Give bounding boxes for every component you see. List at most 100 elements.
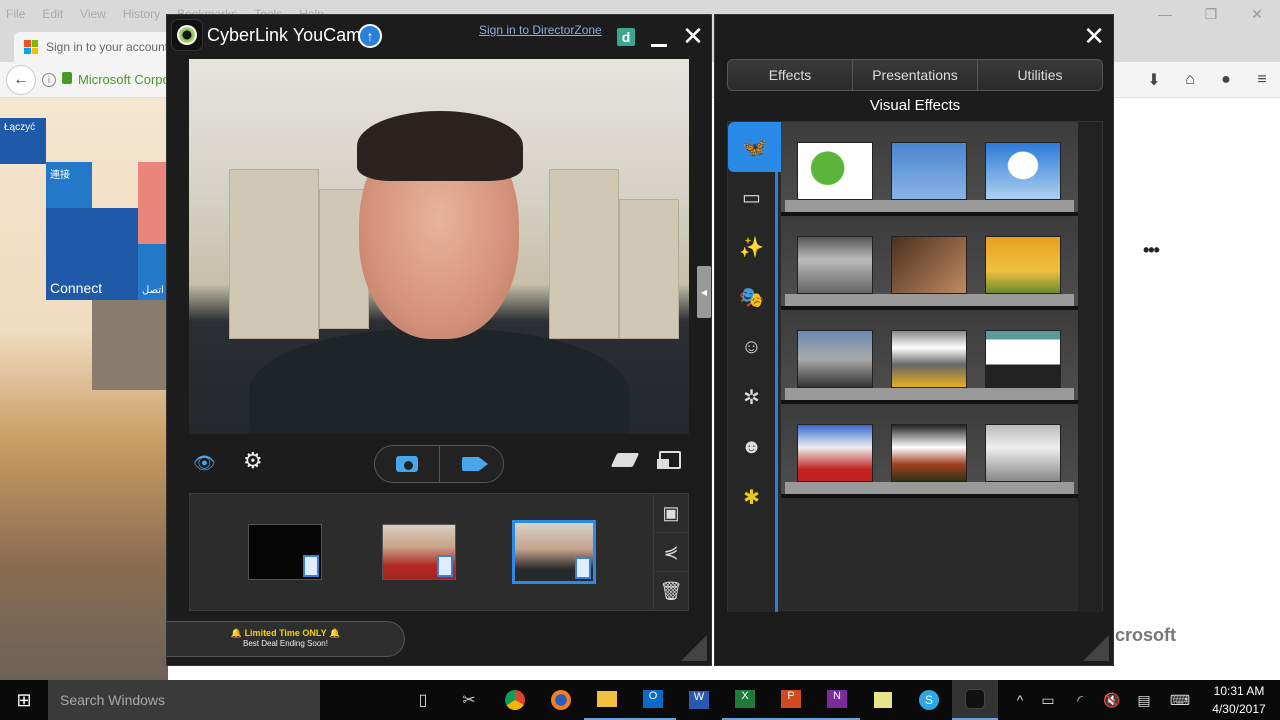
emoticon-avatar-icon[interactable]: ☺ [728, 322, 775, 372]
download-icon[interactable]: ⬇ [1136, 70, 1172, 90]
effect-times-square-taxis[interactable] [891, 330, 967, 388]
effect-download-more[interactable] [797, 142, 873, 200]
effect-piccadilly-circus[interactable] [797, 424, 873, 482]
share-icon[interactable]: ⋞ [654, 533, 688, 572]
word-icon[interactable]: W [676, 680, 722, 720]
snipping-tool-icon[interactable]: ✂ [446, 680, 492, 720]
record-video-button[interactable] [440, 446, 504, 482]
menu-edit[interactable]: Edit [42, 7, 63, 21]
chrome-icon[interactable] [492, 680, 538, 720]
lock-icon [62, 72, 72, 84]
window-mode-icon[interactable] [657, 451, 681, 469]
menu-view[interactable]: View [80, 7, 106, 21]
update-arrow-icon[interactable]: ↑ [358, 24, 382, 48]
snapshot-button[interactable] [375, 446, 440, 482]
tab-utilities[interactable]: Utilities [977, 60, 1102, 90]
delete-icon[interactable]: 🗑 [654, 572, 688, 611]
clock[interactable]: 10:31 AM 4/30/2017 [1204, 682, 1274, 718]
effect-subway-billboards[interactable] [797, 330, 873, 388]
effect-billboard-sign[interactable] [891, 142, 967, 200]
tile-connect: Connect [46, 208, 138, 300]
resize-grip[interactable] [681, 635, 707, 661]
info-icon[interactable]: i [42, 73, 56, 87]
search-box[interactable]: Search Windows [48, 680, 320, 720]
close-button[interactable]: ✕ [1234, 0, 1280, 28]
collapse-panel-handle[interactable]: ◀ [697, 266, 711, 318]
skype-icon[interactable]: S [906, 680, 952, 720]
settings-gear-icon[interactable]: ⚙ [243, 449, 267, 473]
effect-hot-air-balloon[interactable] [985, 142, 1061, 200]
gallery-item-selected[interactable] [512, 520, 596, 584]
action-center-icon[interactable]: ▤ [1128, 680, 1160, 720]
video-file-icon [437, 555, 453, 577]
person-shirt [249, 329, 629, 434]
person-hair [357, 111, 523, 181]
close-button[interactable]: ✕ [681, 23, 705, 49]
eraser-icon[interactable] [610, 453, 640, 467]
restore-button[interactable]: ❐ [1188, 0, 1234, 28]
firefox-icon[interactable] [538, 680, 584, 720]
volume-muted-icon[interactable]: 🔇 [1096, 680, 1128, 720]
directorzone-icon[interactable]: d [617, 28, 635, 46]
shelf-row [781, 122, 1078, 216]
gallery-item[interactable] [382, 524, 456, 580]
minimize-button[interactable]: — [1142, 0, 1188, 28]
show-hidden-icons-icon[interactable]: ^ [1008, 680, 1032, 720]
file-explorer-icon[interactable] [584, 680, 630, 720]
powerpoint-icon[interactable]: P [768, 680, 814, 720]
directorzone-signin-link[interactable]: Sign in to DirectorZone [479, 23, 602, 37]
effects-panel: 🦋 ▭ ✨ 🎭 ☺ ✲ ☻ ✱ [727, 121, 1103, 612]
url-identity[interactable]: Microsoft Corpo [78, 72, 170, 87]
frames-icon[interactable]: ▭ [728, 172, 775, 222]
effect-theater-stage[interactable] [891, 424, 967, 482]
effect-shelves [781, 122, 1078, 498]
wifi-icon[interactable]: ◜ [1064, 680, 1096, 720]
back-button[interactable]: ← [6, 65, 36, 95]
magic-wand-icon[interactable]: ✨ [728, 222, 775, 272]
effect-autumn-easel[interactable] [985, 236, 1061, 294]
outlook-icon[interactable]: O [630, 680, 676, 720]
scrollbar[interactable] [1078, 122, 1102, 612]
sticky-notes-icon[interactable] [860, 680, 906, 720]
effect-hand-card[interactable] [891, 236, 967, 294]
menu-icon[interactable]: ≡ [1244, 71, 1280, 89]
mask-icon[interactable]: 🎭 [728, 272, 775, 322]
special-star-icon[interactable]: ✱ [728, 472, 775, 522]
browser-tab[interactable]: Sign in to your account [14, 32, 184, 62]
scenes-icon[interactable]: 🦋 [728, 122, 781, 172]
tab-presentations[interactable]: Presentations [852, 60, 977, 90]
particles-icon[interactable]: ✲ [728, 372, 775, 422]
video-file-icon [303, 555, 319, 577]
onenote-icon[interactable]: N [814, 680, 860, 720]
smiley-icon[interactable]: ☻ [728, 422, 775, 472]
tab-effects[interactable]: Effects [728, 60, 852, 90]
home-icon[interactable]: ⌂ [1172, 71, 1208, 89]
gallery-actions: ▣ ⋞ 🗑 [653, 493, 689, 611]
camera-icon [395, 456, 418, 472]
youcam-taskbar-icon[interactable] [952, 680, 998, 720]
microsoft-logo-icon [24, 40, 38, 54]
promo-banner[interactable]: 🔔 Limited Time ONLY 🔔 Best Deal Ending S… [167, 621, 405, 657]
minimize-button[interactable] [649, 29, 669, 47]
shelf-row [781, 310, 1078, 404]
import-to-gallery-icon[interactable]: ▣ [654, 494, 688, 533]
section-heading: Visual Effects [869, 97, 961, 114]
youcam-titlebar[interactable]: CyberLink YouCam ↑ Sign in to DirectorZo… [167, 15, 713, 59]
effect-skyscraper-billboard[interactable] [985, 424, 1061, 482]
menu-file[interactable]: File [6, 7, 25, 21]
battery-icon[interactable]: ▭ [1032, 680, 1064, 720]
menu-history[interactable]: History [123, 7, 160, 21]
taskbar-apps: ▯ ✂ O W X P N S [400, 680, 998, 720]
effect-station-screens[interactable] [797, 236, 873, 294]
task-view-icon[interactable]: ▯ [400, 680, 446, 720]
resize-grip[interactable] [1083, 635, 1109, 661]
touch-keyboard-icon[interactable]: ⌨ [1160, 680, 1200, 720]
eye-icon[interactable]: 👁 [193, 453, 223, 473]
gallery-item[interactable] [248, 524, 322, 580]
start-button[interactable]: ⊞ [0, 680, 48, 720]
close-button[interactable]: ✕ [1083, 23, 1105, 49]
extensions-icon[interactable]: ● [1208, 71, 1244, 89]
excel-icon[interactable]: X [722, 680, 768, 720]
effect-window-washers[interactable] [985, 330, 1061, 388]
more-options-icon[interactable]: ••• [1143, 240, 1160, 261]
